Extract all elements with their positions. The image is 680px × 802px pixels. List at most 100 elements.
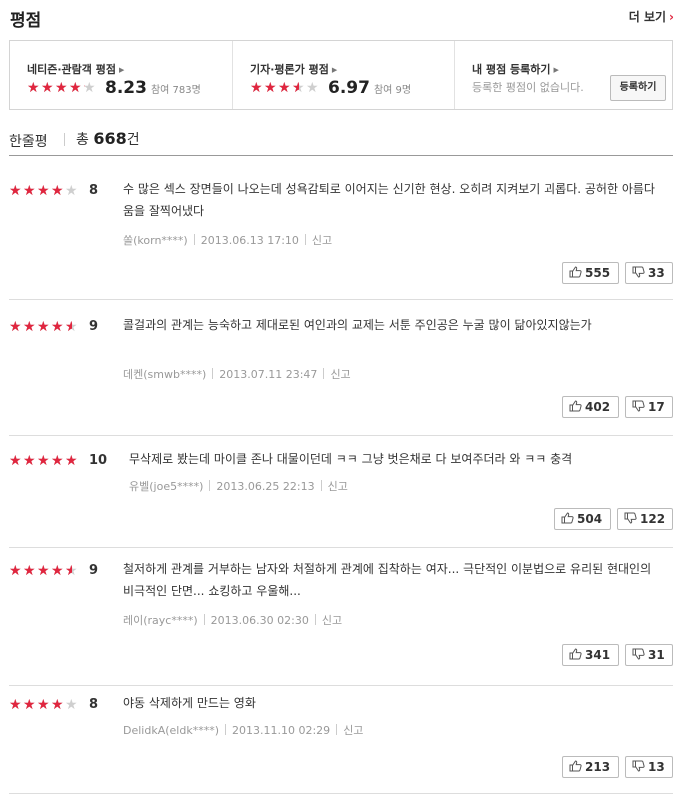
- star-icon: ★★: [250, 79, 263, 96]
- review-stars: ★★★★★★★★★★: [9, 183, 79, 199]
- review-meta: 유벨(joe5****) 2013.06.25 22:13 신고: [129, 478, 348, 494]
- critic-stars: ★★★★★★★★★★: [250, 79, 320, 96]
- chevron-right-icon: ›: [669, 10, 674, 24]
- review-item: ★ ★ ★ ★ ★ ★ ★ ★ ★ ★ 9 철저하게 관계를 거부하는 남자와 처절하게 관계에 집착…: [9, 548, 673, 686]
- report-link[interactable]: 신고: [343, 724, 363, 737]
- like-button[interactable]: 402: [562, 396, 619, 418]
- star-icon: ★★: [9, 697, 22, 713]
- like-button[interactable]: 504: [554, 508, 611, 530]
- netizen-rating-link[interactable]: 네티즌·관람객 평점 ▶: [27, 61, 124, 77]
- like-count: 555: [585, 266, 611, 280]
- section-title: 평점: [10, 11, 42, 31]
- review-date: 2013.11.10 02:29: [232, 724, 331, 737]
- divider: [64, 133, 65, 146]
- review-user[interactable]: 데켄(smwb****): [123, 368, 206, 381]
- review-score: 8: [89, 183, 99, 198]
- more-link[interactable]: 더 보기 ›: [629, 8, 674, 25]
- netizen-rating: 네티즌·관람객 평점▶ ★★★★★★★★★★ 8.23 참여 783명: [10, 41, 232, 109]
- like-button[interactable]: 341: [562, 644, 619, 666]
- star-icon: ★★: [51, 183, 64, 199]
- star-icon: ★★: [51, 563, 64, 579]
- review-user[interactable]: 레이(rayc****): [123, 614, 198, 627]
- review-stars: ★★★★★★★★★★: [9, 697, 79, 713]
- dislike-button[interactable]: 122: [617, 508, 673, 530]
- thumbs-down-icon: [632, 760, 648, 775]
- dislike-count: 17: [648, 400, 665, 414]
- review-meta: 쏠(korn****) 2013.06.13 17:10 신고: [123, 232, 332, 248]
- star-icon: ★★: [65, 697, 78, 713]
- dislike-button[interactable]: 13: [625, 756, 673, 778]
- review-item: ★★★★★★★★★★ 8 수 많은 섹스 장면들이 나오는데 성욕감퇴로 이어지는 …: [9, 170, 673, 300]
- star-icon: ★★: [23, 563, 36, 579]
- dislike-button[interactable]: 17: [625, 396, 673, 418]
- review-date: 2013.06.25 22:13: [216, 480, 315, 493]
- triangle-right-icon: ▶: [118, 66, 125, 74]
- star-icon: ★★: [23, 453, 36, 469]
- review-user[interactable]: 유벨(joe5****): [129, 480, 203, 493]
- star-icon: ★★: [65, 563, 78, 579]
- star-icon: ★★: [23, 319, 36, 335]
- star-icon: ★★: [65, 183, 78, 199]
- my-rating-link[interactable]: 내 평점 등록하기 ▶: [472, 61, 559, 77]
- register-rating-button[interactable]: 등록하기: [610, 75, 666, 101]
- review-score: 9: [89, 563, 99, 578]
- like-button[interactable]: 555: [562, 262, 619, 284]
- review-meta: DelidkA(eldk****) 2013.11.10 02:29 신고: [123, 722, 363, 738]
- star-icon: ★★: [9, 453, 22, 469]
- my-rating: 내 평점 등록하기 ▶ 등록한 평점이 없습니다. 등록하기: [454, 41, 672, 109]
- report-link[interactable]: 신고: [330, 368, 350, 381]
- netizen-stars: ★★★★★★★★★★: [27, 79, 97, 96]
- like-count: 402: [585, 400, 611, 414]
- star-icon: ★★: [292, 79, 305, 96]
- star-icon: ★★: [9, 183, 22, 199]
- star-icon: ★★: [306, 79, 319, 96]
- divider: [336, 724, 338, 735]
- divider: [203, 614, 205, 625]
- review-text: 무삭제로 봤는데 마이클 존나 대물이던데 ㅋㅋ 그냥 벗은채로 다 보여주더라…: [129, 452, 573, 466]
- report-link[interactable]: 신고: [312, 234, 332, 247]
- divider: [225, 724, 226, 735]
- review-text: 수 많은 섹스 장면들이 나오는데 성욕감퇴로 이어지는 신기한 현상. 오히려…: [123, 182, 655, 218]
- review-stars: ★★★★★★★★★★: [9, 563, 79, 579]
- review-item: ★ ★ ★ ★ ★ ★ ★ ★ ★ ★ 9 콜걸과의 관계는 능숙하고 제대로된 여인과의 교제는 서…: [9, 300, 673, 436]
- thumbs-up-icon: [569, 265, 585, 281]
- star-icon: ★★: [278, 79, 291, 96]
- thumbs-down-icon: [632, 266, 648, 281]
- review-date: 2013.06.13 17:10: [200, 234, 299, 247]
- star-icon: ★★: [65, 453, 78, 469]
- review-item: ★★★★★★★★★★ 8 야동 삭제하게 만드는 영화 DelidkA(eldk***…: [9, 686, 673, 794]
- report-link[interactable]: 신고: [322, 614, 342, 627]
- thumbs-up-icon: [569, 647, 585, 663]
- review-item: ★ ★ ★ ★ ★ ★ ★ ★ ★ ★ 10 무삭제로 봤는데 마이클 존나 대물이던데 ㅋㅋ 그냥 …: [9, 436, 673, 548]
- star-icon: ★★: [65, 319, 78, 335]
- oneline-label: 한줄평: [9, 134, 48, 150]
- dislike-count: 31: [648, 648, 665, 662]
- star-icon: ★★: [23, 697, 36, 713]
- divider: [314, 614, 316, 625]
- rating-header: 평점 더 보기 ›: [10, 0, 674, 36]
- review-text: 철저하게 관계를 거부하는 남자와 처절하게 관계에 집착하는 여자... 극단…: [123, 562, 652, 598]
- star-icon: ★★: [37, 183, 50, 199]
- critic-rating-link[interactable]: 기자·평론가 평점 ▶: [250, 61, 337, 77]
- thumbs-down-icon: [632, 400, 648, 415]
- dislike-count: 33: [648, 266, 665, 280]
- star-icon: ★★: [37, 563, 50, 579]
- review-text: 야동 삭제하게 만드는 영화: [123, 696, 256, 710]
- review-score: 8: [89, 697, 99, 712]
- divider: [212, 368, 214, 379]
- review-user[interactable]: 쏠(korn****): [123, 234, 188, 247]
- like-button[interactable]: 213: [562, 756, 619, 778]
- like-count: 504: [577, 512, 603, 526]
- star-icon: ★★: [9, 319, 22, 335]
- divider: [209, 480, 211, 491]
- dislike-button[interactable]: 31: [625, 644, 673, 666]
- star-icon: ★★: [27, 79, 40, 96]
- star-icon: ★★: [37, 453, 50, 469]
- rating-summary: 네티즌·관람객 평점▶ ★★★★★★★★★★ 8.23 참여 783명 기자·평…: [9, 40, 673, 110]
- report-link[interactable]: 신고: [328, 480, 348, 493]
- thumbs-up-icon: [561, 511, 577, 527]
- review-user[interactable]: DelidkA(eldk****): [123, 724, 219, 737]
- thumbs-up-icon: [569, 759, 585, 775]
- dislike-button[interactable]: 33: [625, 262, 673, 284]
- star-icon: ★★: [37, 697, 50, 713]
